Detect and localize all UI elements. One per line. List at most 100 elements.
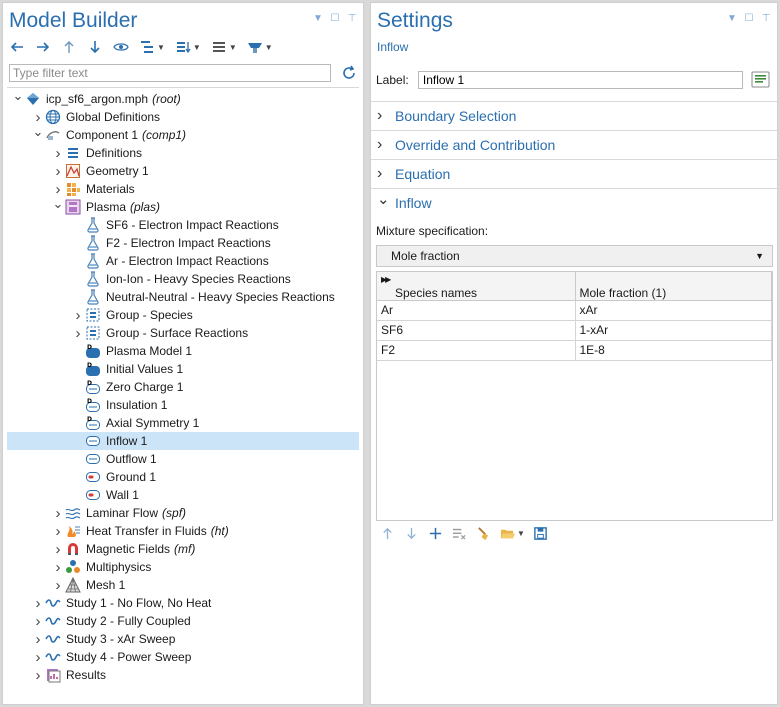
table-header-species[interactable]: ▶▶ Species names [377, 272, 576, 301]
tree-node[interactable]: F2 - Electron Impact Reactions [7, 234, 359, 252]
chevron-down-icon[interactable]: ⌄ [51, 195, 65, 213]
tree-node[interactable]: › Geometry 1 [7, 162, 359, 180]
label-edit-button[interactable] [751, 70, 771, 90]
tree-node[interactable]: Wall 1 [7, 486, 359, 504]
tree-node[interactable]: › Magnetic Fields (mf) [7, 540, 359, 558]
species-name-cell[interactable]: Ar [377, 300, 576, 321]
view-group[interactable]: ▼ [211, 39, 237, 55]
tree-node[interactable]: › Group - Surface Reactions [7, 324, 359, 342]
tree-node[interactable]: › Study 2 - Fully Coupled [7, 612, 359, 630]
tree-filter-input[interactable] [9, 64, 331, 82]
tree-node[interactable]: D Initial Values 1 [7, 360, 359, 378]
label-input[interactable] [417, 71, 743, 89]
delete-rows-icon[interactable] [451, 525, 467, 541]
chevron-down-icon[interactable]: ▼ [517, 529, 525, 538]
tree-node[interactable]: › Study 4 - Power Sweep [7, 648, 359, 666]
section-inflow[interactable]: ⌄ Inflow [371, 188, 777, 217]
save-icon[interactable] [533, 525, 549, 541]
forward-arrow-icon[interactable] [35, 39, 51, 55]
mole-fraction-cell[interactable]: 1-xAr [575, 320, 772, 341]
tree-node[interactable]: › Study 3 - xAr Sweep [7, 630, 359, 648]
folder-open-icon[interactable] [499, 525, 515, 541]
sort-group[interactable]: ▼ [175, 39, 201, 55]
section-boundary-selection[interactable]: › Boundary Selection [371, 101, 777, 130]
tree-node[interactable]: D Insulation 1 [7, 396, 359, 414]
show-icon[interactable] [113, 39, 129, 55]
chevron-right-icon[interactable]: › [51, 522, 65, 540]
tree-node[interactable]: ⌄ Component 1 (comp1) [7, 123, 359, 144]
tree-node[interactable]: ⌄ icp_sf6_argon.mph (root) [7, 87, 359, 108]
move-down-icon[interactable] [87, 39, 103, 55]
tree-node[interactable]: › Group - Species [7, 306, 359, 324]
tree-node[interactable]: Outflow 1 [7, 450, 359, 468]
tree-node[interactable]: D Zero Charge 1 [7, 378, 359, 396]
tree-node[interactable]: D Plasma Model 1 [7, 342, 359, 360]
chevron-right-icon[interactable]: › [51, 162, 65, 180]
tree-node[interactable]: ⌄ Plasma (plas) [7, 195, 359, 216]
chevron-down-icon[interactable]: ▼ [193, 43, 201, 52]
tree-node[interactable]: Ar - Electron Impact Reactions [7, 252, 359, 270]
chevron-down-icon[interactable]: ⌄ [31, 123, 45, 141]
tree-node[interactable]: › Multiphysics [7, 558, 359, 576]
section-override-and-contribution[interactable]: › Override and Contribution [371, 130, 777, 159]
chevron-right-icon[interactable]: › [51, 540, 65, 558]
move-down-icon[interactable] [403, 525, 419, 541]
table-header-mole-fraction[interactable]: Mole fraction (1) [575, 272, 772, 301]
chevron-right-icon[interactable]: › [31, 630, 45, 648]
tree-node[interactable]: › Study 1 - No Flow, No Heat [7, 594, 359, 612]
chevron-down-icon[interactable]: ▼ [157, 43, 165, 52]
move-up-icon[interactable] [61, 39, 77, 55]
table-row[interactable]: Ar xAr [377, 300, 772, 321]
tree-node[interactable]: › Global Definitions [7, 108, 359, 126]
chevron-right-icon[interactable]: › [51, 576, 65, 594]
menu-icon[interactable]: ▼ [727, 13, 737, 24]
mole-fraction-cell[interactable]: xAr [575, 300, 772, 321]
chevron-right-icon[interactable]: › [51, 558, 65, 576]
species-name-cell[interactable]: F2 [377, 340, 576, 361]
menu-icon[interactable]: ▼ [313, 13, 323, 24]
tree-node[interactable]: › Results [7, 666, 359, 684]
expand-columns-icon[interactable]: ▶▶ [381, 275, 391, 284]
load-from-file-group[interactable]: ▼ [499, 525, 525, 541]
mixture-specification-select[interactable]: Mole fraction ▼ [376, 245, 773, 267]
chevron-right-icon[interactable]: › [71, 324, 85, 342]
component-add-group[interactable]: ▼ [247, 39, 273, 55]
section-equation[interactable]: › Equation [371, 159, 777, 188]
chevron-right-icon[interactable]: › [31, 666, 45, 684]
minimize-icon[interactable]: ☐ [330, 13, 340, 24]
chevron-right-icon[interactable]: › [51, 504, 65, 522]
sort-icon[interactable] [175, 39, 191, 55]
add-icon[interactable] [427, 525, 443, 541]
chevron-down-icon[interactable]: ▼ [265, 43, 273, 52]
move-up-icon[interactable] [379, 525, 395, 541]
species-name-cell[interactable]: SF6 [377, 320, 576, 341]
list-view-icon[interactable] [211, 39, 227, 55]
chevron-down-icon[interactable]: ⌄ [11, 87, 25, 105]
pin-icon[interactable]: ⊤ [761, 13, 771, 24]
collapse-icon[interactable] [139, 39, 155, 55]
chevron-right-icon[interactable]: › [51, 144, 65, 162]
table-row[interactable]: F2 1E-8 [377, 340, 772, 361]
tree-node[interactable]: Ground 1 [7, 468, 359, 486]
mole-fraction-cell[interactable]: 1E-8 [575, 340, 772, 361]
table-row[interactable]: SF6 1-xAr [377, 320, 772, 341]
tree-node[interactable]: › Definitions [7, 144, 359, 162]
chevron-right-icon[interactable]: › [31, 612, 45, 630]
refresh-icon[interactable] [341, 65, 357, 81]
clear-table-icon[interactable] [475, 525, 491, 541]
chevron-right-icon[interactable]: › [31, 648, 45, 666]
tree-node[interactable]: D Axial Symmetry 1 [7, 414, 359, 432]
tree-node[interactable]: SF6 - Electron Impact Reactions [7, 216, 359, 234]
tree-node[interactable]: › Heat Transfer in Fluids (ht) [7, 522, 359, 540]
minimize-icon[interactable]: ☐ [744, 13, 754, 24]
add-component-icon[interactable] [247, 39, 263, 55]
pin-icon[interactable]: ⊤ [347, 13, 357, 24]
tree-node[interactable]: Inflow 1 [7, 432, 359, 450]
chevron-right-icon[interactable]: › [31, 594, 45, 612]
back-arrow-icon[interactable] [9, 39, 25, 55]
tree-node[interactable]: Ion-Ion - Heavy Species Reactions [7, 270, 359, 288]
chevron-right-icon[interactable]: › [71, 306, 85, 324]
tree-node[interactable]: › Mesh 1 [7, 576, 359, 594]
tree-node[interactable]: Neutral-Neutral - Heavy Species Reaction… [7, 288, 359, 306]
collapse-expand-group[interactable]: ▼ [139, 39, 165, 55]
